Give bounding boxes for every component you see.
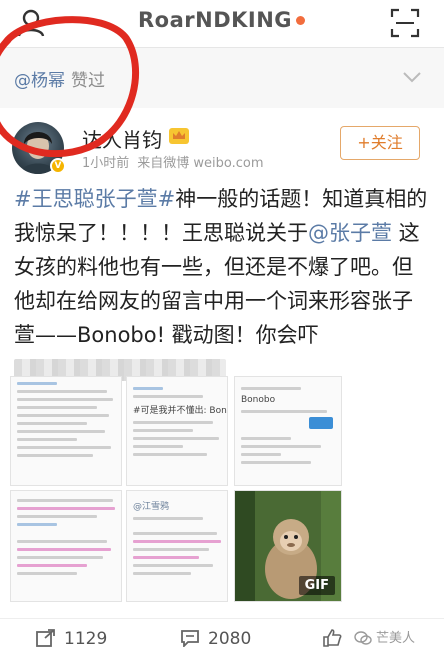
liked-verb: 赞过 [71, 71, 105, 91]
thumb-caption: Bonobo [241, 395, 276, 405]
wechat-icon [354, 631, 372, 645]
notification-dot [296, 16, 305, 25]
like-notice-text: @杨幂 赞过 [14, 66, 105, 91]
post-source: 来自微博 weibo.com [137, 156, 264, 171]
repost-icon [36, 629, 55, 647]
post-meta: 1小时前 来自微博 weibo.com [82, 152, 264, 171]
repost-button[interactable]: 1129 [36, 629, 107, 649]
image-thumb[interactable]: @江雪鸦 [126, 490, 228, 602]
thumb-caption: @江雪鸦 [133, 502, 170, 512]
brand-label: 芒美人 [376, 631, 416, 646]
page-title: RoarNDKING [138, 8, 293, 32]
repost-count: 1129 [64, 629, 108, 649]
topic-link[interactable]: #王思聪张子萱# [14, 187, 175, 211]
comment-count: 2080 [208, 629, 252, 649]
post-body-3: 吓 [297, 323, 319, 347]
like-notice: @杨幂 赞过 [0, 48, 444, 108]
action-bar: 1129 2080 芒美人 [0, 618, 444, 659]
comment-button[interactable]: 2080 [180, 629, 251, 649]
verified-badge: V [50, 158, 66, 174]
post-text: #王思聪张子萱#神一般的话题！知道真相的我惊呆了！！！！王思聪说关于@张子萱 这… [14, 182, 432, 386]
brand-watermark: 芒美人 [354, 627, 415, 646]
author-name[interactable]: 达人肖钧 [82, 124, 162, 153]
thumbs-up-icon [323, 629, 342, 647]
thumb-caption: #可是我并不懂出: Bonobo [133, 406, 227, 416]
image-thumb[interactable]: Bonobo [234, 376, 342, 486]
gif-thumb[interactable]: GIF [234, 490, 342, 602]
mention-link[interactable]: @张子萱 [308, 221, 392, 245]
thumb-button [309, 417, 333, 429]
person-icon[interactable] [16, 8, 46, 38]
image-grid: #可是我并不懂出: Bonobo Bonobo @江雪鸦 [10, 376, 430, 602]
like-button[interactable] [322, 629, 350, 649]
crown-icon [169, 128, 189, 144]
comment-icon [181, 630, 199, 649]
image-thumb[interactable] [10, 376, 122, 486]
image-thumb[interactable] [10, 490, 122, 602]
author-row: V 达人肖钧 1小时前 来自微博 weibo.com +关注 [0, 108, 444, 178]
gif-badge: GIF [298, 576, 335, 595]
chevron-down-icon[interactable] [402, 70, 422, 84]
scan-icon[interactable] [390, 8, 420, 38]
image-thumb[interactable]: #可是我并不懂出: Bonobo [126, 376, 228, 486]
liker-link[interactable]: @杨幂 [14, 71, 65, 91]
follow-button[interactable]: +关注 [340, 126, 420, 160]
post-time: 1小时前 [82, 156, 130, 171]
top-bar: RoarNDKING [0, 0, 444, 48]
